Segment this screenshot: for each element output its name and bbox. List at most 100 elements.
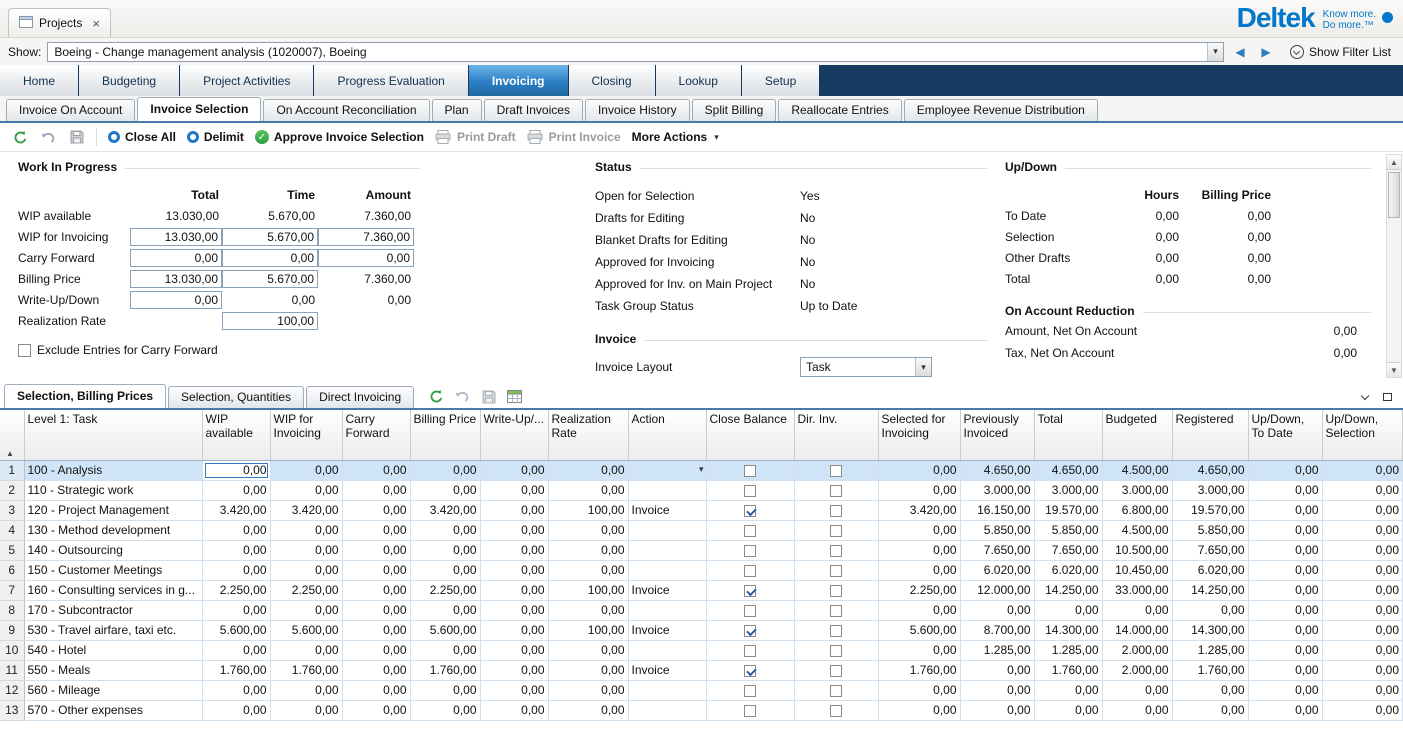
row-number[interactable]: 9 bbox=[0, 620, 24, 640]
cell-wip-for-invoicing[interactable]: 0,00 bbox=[270, 480, 342, 500]
cell-billing-price[interactable]: 0,00 bbox=[410, 540, 480, 560]
cell-selected-for-invoicing[interactable]: 0,00 bbox=[878, 540, 960, 560]
main-tab-lookup[interactable]: Lookup bbox=[656, 65, 742, 96]
cell-task[interactable]: 570 - Other expenses bbox=[24, 700, 202, 720]
cell-dir-inv[interactable] bbox=[794, 540, 878, 560]
cell-realization-rate[interactable]: 0,00 bbox=[548, 660, 628, 680]
cell-registered[interactable]: 19.570,00 bbox=[1172, 500, 1248, 520]
cell-total[interactable]: 6.020,00 bbox=[1034, 560, 1102, 580]
grid-tab-direct-invoicing[interactable]: Direct Invoicing bbox=[306, 386, 414, 408]
column-header-selected-for-invoicing[interactable]: Selected for Invoicing bbox=[878, 410, 960, 460]
cell-wip-available[interactable]: 0,00 bbox=[202, 460, 270, 480]
cell-updown-selection[interactable]: 0,00 bbox=[1322, 520, 1403, 540]
row-number[interactable]: 5 bbox=[0, 540, 24, 560]
cell-action[interactable]: Invoice bbox=[628, 500, 706, 520]
wip-wip-for-invoicing-time[interactable]: 5.670,00 bbox=[222, 228, 318, 246]
close-balance-checkbox[interactable] bbox=[744, 645, 756, 657]
dir-inv-checkbox[interactable] bbox=[830, 505, 842, 517]
cell-action[interactable] bbox=[628, 560, 706, 580]
cell-dir-inv[interactable] bbox=[794, 460, 878, 480]
cell-total[interactable]: 3.000,00 bbox=[1034, 480, 1102, 500]
cell-action[interactable] bbox=[628, 520, 706, 540]
cell-dir-inv[interactable] bbox=[794, 500, 878, 520]
column-header-registered[interactable]: Registered bbox=[1172, 410, 1248, 460]
cell-carry-forward[interactable]: 0,00 bbox=[342, 660, 410, 680]
main-tab-home[interactable]: Home bbox=[0, 65, 79, 96]
cell-total[interactable]: 14.250,00 bbox=[1034, 580, 1102, 600]
cell-dir-inv[interactable] bbox=[794, 560, 878, 580]
cell-task[interactable]: 540 - Hotel bbox=[24, 640, 202, 660]
close-tab-icon[interactable]: × bbox=[92, 16, 100, 31]
cell-previously-invoiced[interactable]: 7.650,00 bbox=[960, 540, 1034, 560]
sub-tab-employee-revenue-distribution[interactable]: Employee Revenue Distribution bbox=[904, 99, 1098, 121]
more-actions-button[interactable]: More Actions ▾ bbox=[632, 130, 719, 144]
main-tab-budgeting[interactable]: Budgeting bbox=[79, 65, 180, 96]
cell-billing-price[interactable]: 0,00 bbox=[410, 560, 480, 580]
wip-carry-forward-time[interactable]: 0,00 bbox=[222, 249, 318, 267]
dropdown-arrow-icon[interactable]: ▾ bbox=[915, 358, 931, 376]
cell-write-up-down[interactable]: 0,00 bbox=[480, 540, 548, 560]
cell-dir-inv[interactable] bbox=[794, 580, 878, 600]
cell-selected-for-invoicing[interactable]: 0,00 bbox=[878, 600, 960, 620]
cell-updown-to-date[interactable]: 0,00 bbox=[1248, 680, 1322, 700]
cell-budgeted[interactable]: 0,00 bbox=[1102, 680, 1172, 700]
cell-updown-selection[interactable]: 0,00 bbox=[1322, 460, 1403, 480]
cell-close-balance[interactable] bbox=[706, 700, 794, 720]
cell-task[interactable]: 110 - Strategic work bbox=[24, 480, 202, 500]
cell-task[interactable]: 160 - Consulting services in g... bbox=[24, 580, 202, 600]
cell-previously-invoiced[interactable]: 1.285,00 bbox=[960, 640, 1034, 660]
action-dropdown-icon[interactable]: ▾ bbox=[699, 464, 704, 475]
cell-close-balance[interactable] bbox=[706, 520, 794, 540]
column-header-up-down-selection[interactable]: Up/Down, Selection bbox=[1322, 410, 1403, 460]
column-header-wip-for-invoicing[interactable]: WIP for Invoicing bbox=[270, 410, 342, 460]
cell-realization-rate[interactable]: 100,00 bbox=[548, 580, 628, 600]
cell-write-up-down[interactable]: 0,00 bbox=[480, 520, 548, 540]
cell-close-balance[interactable] bbox=[706, 640, 794, 660]
cell-updown-selection[interactable]: 0,00 bbox=[1322, 680, 1403, 700]
row-number[interactable]: 4 bbox=[0, 520, 24, 540]
cell-wip-for-invoicing[interactable]: 0,00 bbox=[270, 600, 342, 620]
cell-updown-to-date[interactable]: 0,00 bbox=[1248, 600, 1322, 620]
cell-realization-rate[interactable]: 100,00 bbox=[548, 500, 628, 520]
cell-write-up-down[interactable]: 0,00 bbox=[480, 680, 548, 700]
cell-dir-inv[interactable] bbox=[794, 640, 878, 660]
cell-carry-forward[interactable]: 0,00 bbox=[342, 700, 410, 720]
cell-wip-available[interactable]: 2.250,00 bbox=[202, 580, 270, 600]
exclude-carry-forward-checkbox[interactable]: Exclude Entries for Carry Forward bbox=[18, 343, 420, 357]
cell-selected-for-invoicing[interactable]: 0,00 bbox=[878, 680, 960, 700]
cell-registered[interactable]: 14.300,00 bbox=[1172, 620, 1248, 640]
cell-dir-inv[interactable] bbox=[794, 620, 878, 640]
print-draft-button[interactable]: Print Draft bbox=[435, 129, 516, 146]
dir-inv-checkbox[interactable] bbox=[830, 565, 842, 577]
dir-inv-checkbox[interactable] bbox=[830, 585, 842, 597]
cell-registered[interactable]: 1.285,00 bbox=[1172, 640, 1248, 660]
maximize-pane-icon[interactable] bbox=[1380, 390, 1395, 404]
cell-carry-forward[interactable]: 0,00 bbox=[342, 680, 410, 700]
cell-wip-for-invoicing[interactable]: 0,00 bbox=[270, 540, 342, 560]
cell-updown-selection[interactable]: 0,00 bbox=[1322, 580, 1403, 600]
cell-task[interactable]: 170 - Subcontractor bbox=[24, 600, 202, 620]
cell-close-balance[interactable] bbox=[706, 600, 794, 620]
sub-tab-draft-invoices[interactable]: Draft Invoices bbox=[484, 99, 583, 121]
cell-carry-forward[interactable]: 0,00 bbox=[342, 540, 410, 560]
cell-billing-price[interactable]: 0,00 bbox=[410, 600, 480, 620]
cell-selected-for-invoicing[interactable]: 0,00 bbox=[878, 480, 960, 500]
cell-write-up-down[interactable]: 0,00 bbox=[480, 500, 548, 520]
main-tab-invoicing[interactable]: Invoicing bbox=[469, 65, 569, 96]
cell-updown-selection[interactable]: 0,00 bbox=[1322, 700, 1403, 720]
cell-wip-available[interactable]: 0,00 bbox=[202, 640, 270, 660]
close-balance-checkbox[interactable] bbox=[744, 605, 756, 617]
cell-budgeted[interactable]: 10.500,00 bbox=[1102, 540, 1172, 560]
wip-billing-price-time[interactable]: 5.670,00 bbox=[222, 270, 318, 288]
cell-wip-available[interactable]: 3.420,00 bbox=[202, 500, 270, 520]
cell-realization-rate[interactable]: 0,00 bbox=[548, 540, 628, 560]
cell-previously-invoiced[interactable]: 3.000,00 bbox=[960, 480, 1034, 500]
cell-registered[interactable]: 0,00 bbox=[1172, 600, 1248, 620]
cell-carry-forward[interactable]: 0,00 bbox=[342, 580, 410, 600]
print-invoice-button[interactable]: Print Invoice bbox=[527, 129, 621, 146]
cell-wip-for-invoicing[interactable]: 3.420,00 bbox=[270, 500, 342, 520]
cell-write-up-down[interactable]: 0,00 bbox=[480, 660, 548, 680]
cell-dir-inv[interactable] bbox=[794, 480, 878, 500]
main-tab-setup[interactable]: Setup bbox=[742, 65, 820, 96]
cell-task[interactable]: 130 - Method development bbox=[24, 520, 202, 540]
